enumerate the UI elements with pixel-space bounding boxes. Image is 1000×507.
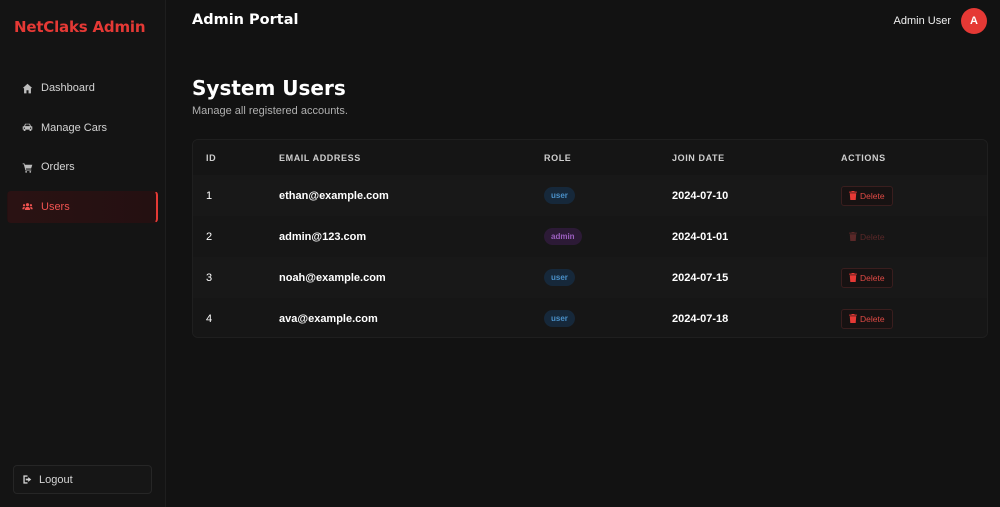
sidebar: NetClaks Admin Dashboard Manage Cars Ord… bbox=[0, 0, 166, 507]
sidebar-nav: Dashboard Manage Cars Orders Users bbox=[7, 72, 158, 230]
join-date: 2024-07-10 bbox=[672, 189, 729, 202]
role-badge: admin bbox=[544, 228, 582, 245]
role-cell: admin bbox=[544, 228, 582, 245]
delete-label: Delete bbox=[860, 272, 885, 283]
brand-logo[interactable]: NetClaks Admin bbox=[14, 18, 145, 36]
car-icon bbox=[21, 122, 33, 134]
role-badge: user bbox=[544, 269, 575, 286]
table-row: 4 ava@example.com user 2024-07-18 Delete bbox=[193, 298, 987, 337]
table-header: ID EMAIL ADDRESS ROLE JOIN DATE ACTIONS bbox=[193, 140, 987, 175]
page-subtitle: Manage all registered accounts. bbox=[192, 105, 348, 117]
logout-button[interactable]: Logout bbox=[13, 465, 152, 494]
delete-label: Delete bbox=[860, 231, 885, 242]
user-email: noah@example.com bbox=[279, 271, 386, 284]
column-header-role: ROLE bbox=[544, 152, 572, 163]
table-body: 1 ethan@example.com user 2024-07-10 Dele… bbox=[193, 175, 987, 337]
users-table: ID EMAIL ADDRESS ROLE JOIN DATE ACTIONS … bbox=[192, 139, 988, 338]
user-email: ethan@example.com bbox=[279, 189, 389, 202]
actions-cell: Delete bbox=[841, 308, 893, 329]
sidebar-item-orders[interactable]: Orders bbox=[7, 151, 158, 183]
join-date: 2024-07-15 bbox=[672, 271, 729, 284]
delete-label: Delete bbox=[860, 190, 885, 201]
column-header-id: ID bbox=[206, 152, 217, 163]
sidebar-item-dashboard[interactable]: Dashboard bbox=[7, 72, 158, 104]
users-icon bbox=[21, 201, 33, 213]
avatar[interactable]: A bbox=[961, 8, 987, 34]
delete-button[interactable]: Delete bbox=[841, 185, 893, 206]
delete-button[interactable]: Delete bbox=[841, 267, 893, 288]
user-email: admin@123.com bbox=[279, 230, 367, 243]
user-menu[interactable]: Admin User A bbox=[894, 8, 987, 34]
sidebar-item-label: Users bbox=[41, 200, 70, 213]
column-header-actions: ACTIONS bbox=[841, 152, 886, 163]
home-icon bbox=[21, 82, 33, 94]
portal-title: Admin Portal bbox=[192, 12, 299, 28]
user-name: Admin User bbox=[893, 15, 951, 27]
user-id: 3 bbox=[206, 271, 213, 284]
logout-label: Logout bbox=[39, 473, 73, 486]
delete-button-disabled: Delete bbox=[841, 227, 893, 247]
table-row: 3 noah@example.com user 2024-07-15 Delet… bbox=[193, 257, 987, 298]
delete-button[interactable]: Delete bbox=[841, 308, 893, 329]
column-header-join-date: JOIN DATE bbox=[672, 152, 725, 163]
logout-icon bbox=[22, 474, 39, 485]
delete-label: Delete bbox=[860, 313, 885, 324]
trash-icon bbox=[849, 191, 857, 200]
user-id: 1 bbox=[206, 189, 213, 202]
cart-icon bbox=[21, 161, 33, 173]
trash-icon bbox=[849, 232, 857, 241]
user-id: 4 bbox=[206, 312, 213, 325]
sidebar-item-label: Manage Cars bbox=[41, 121, 108, 134]
user-id: 2 bbox=[206, 230, 213, 243]
sidebar-item-manage-cars[interactable]: Manage Cars bbox=[7, 112, 158, 144]
sidebar-item-label: Orders bbox=[41, 161, 75, 173]
user-email: ava@example.com bbox=[279, 312, 378, 325]
role-cell: user bbox=[544, 269, 575, 286]
sidebar-item-users[interactable]: Users bbox=[7, 190, 158, 223]
role-cell: user bbox=[544, 187, 575, 204]
join-date: 2024-07-18 bbox=[672, 312, 729, 325]
trash-icon bbox=[849, 273, 857, 282]
table-row: 1 ethan@example.com user 2024-07-10 Dele… bbox=[193, 175, 987, 216]
trash-icon bbox=[849, 314, 857, 323]
sidebar-item-label: Dashboard bbox=[41, 82, 95, 94]
actions-cell: Delete bbox=[841, 227, 893, 247]
role-badge: user bbox=[544, 187, 575, 204]
actions-cell: Delete bbox=[841, 185, 893, 206]
column-header-email: EMAIL ADDRESS bbox=[279, 152, 361, 163]
role-badge: user bbox=[544, 310, 575, 327]
table-row: 2 admin@123.com admin 2024-01-01 Delete bbox=[193, 216, 987, 257]
role-cell: user bbox=[544, 310, 575, 327]
page-title: System Users bbox=[192, 76, 346, 100]
join-date: 2024-01-01 bbox=[672, 230, 729, 243]
actions-cell: Delete bbox=[841, 267, 893, 288]
